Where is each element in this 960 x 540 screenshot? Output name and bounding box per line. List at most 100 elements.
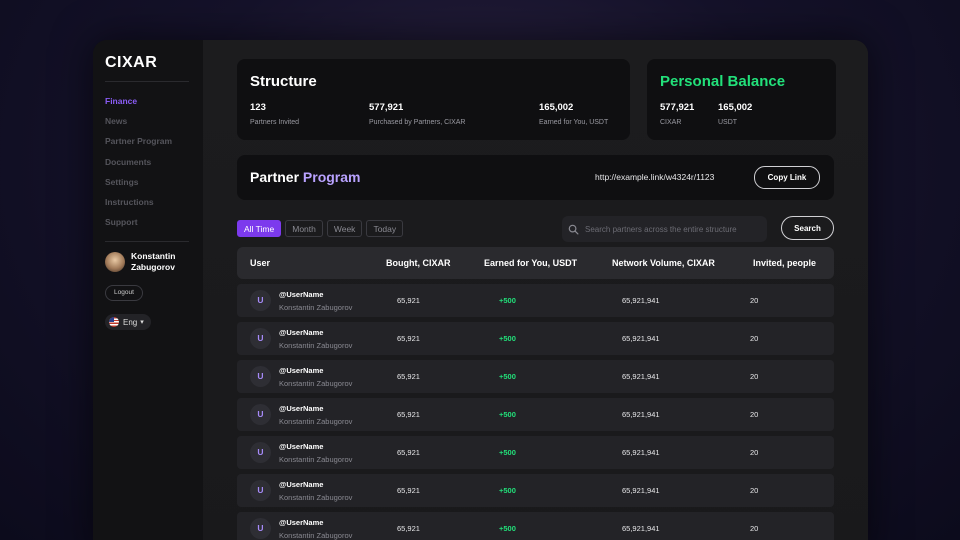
earned-cell: +500 (499, 372, 516, 381)
volume-cell: 65,921,941 (622, 334, 660, 343)
invited-cell: 20 (750, 334, 759, 343)
user-fullname: Konstantin Zabugorov (279, 417, 353, 426)
language-label: Eng (123, 317, 138, 327)
sidebar-item-finance[interactable]: Finance (105, 91, 191, 111)
table-row[interactable]: U @UserName Konstantin Zabugorov 65,921 … (237, 284, 834, 317)
stat-label: Partners Invited (250, 119, 300, 126)
user-avatar-initial: U (250, 290, 271, 311)
sidebar-item-settings[interactable]: Settings (105, 172, 191, 192)
user-profile[interactable]: Konstantin Zabugorov (105, 251, 191, 273)
stat-value: 123 (250, 102, 266, 113)
user-avatar-initial: U (250, 404, 271, 425)
user-avatar-initial: U (250, 442, 271, 463)
sidebar-item-news[interactable]: News (105, 111, 191, 131)
divider (105, 81, 189, 82)
user-cell: @UserName Konstantin Zabugorov (279, 404, 352, 426)
sidebar-item-instructions[interactable]: Instructions (105, 192, 191, 212)
search-icon (568, 224, 579, 234)
bought-cell: 65,921 (397, 486, 420, 495)
copy-link-button[interactable]: Copy Link (754, 166, 820, 189)
user-fullname: Konstantin Zabugorov (279, 455, 353, 464)
sidebar-item-documents[interactable]: Documents (105, 152, 191, 172)
invited-cell: 20 (750, 448, 759, 457)
table-row[interactable]: U @UserName Konstantin Zabugorov 65,921 … (237, 512, 834, 540)
stat-label: Purchased by Partners, CIXAR (369, 119, 466, 126)
user-cell: @UserName Konstantin Zabugorov (279, 442, 352, 464)
sidebar-item-support[interactable]: Support (105, 212, 191, 232)
volume-cell: 65,921,941 (622, 448, 660, 457)
user-avatar-initial: U (250, 366, 271, 387)
stat-partners-invited: 123 Partners Invited (250, 102, 299, 126)
user-cell: @UserName Konstantin Zabugorov (279, 290, 352, 312)
stat-label: USDT (718, 119, 738, 126)
search-input[interactable] (585, 224, 765, 234)
user-avatar-initial: U (250, 480, 271, 501)
filter-all-time[interactable]: All Time (237, 220, 282, 237)
language-select[interactable]: Eng ▾ (105, 314, 151, 331)
stat-label: Earned for You, USDT (539, 119, 609, 126)
table-row[interactable]: U @UserName Konstantin Zabugorov 65,921 … (237, 436, 834, 469)
earned-cell: +500 (499, 486, 516, 495)
invited-cell: 20 (750, 410, 759, 419)
column-header-earned[interactable]: Earned for You, USDT (484, 258, 577, 268)
bought-cell: 65,921 (397, 372, 420, 381)
username: @UserName (279, 290, 324, 299)
username: @UserName (279, 518, 324, 527)
referral-link[interactable]: http://example.link/w4324r/1123 (595, 172, 714, 182)
user-cell: @UserName Konstantin Zabugorov (279, 480, 352, 502)
invited-cell: 20 (750, 372, 759, 381)
table-row[interactable]: U @UserName Konstantin Zabugorov 65,921 … (237, 398, 834, 431)
stat-value: 577,921 (660, 102, 695, 113)
personal-balance-card: Personal Balance 577,921 CIXAR 165,002 U… (647, 59, 836, 140)
user-avatar-initial: U (250, 518, 271, 539)
search-button[interactable]: Search (781, 216, 834, 240)
user-fullname: Konstantin Zabugorov (279, 303, 353, 312)
table-row[interactable]: U @UserName Konstantin Zabugorov 65,921 … (237, 474, 834, 507)
table-row[interactable]: U @UserName Konstantin Zabugorov 65,921 … (237, 322, 834, 355)
logout-button[interactable]: Logout (105, 285, 143, 302)
user-cell: @UserName Konstantin Zabugorov (279, 518, 352, 540)
username: @UserName (279, 328, 324, 337)
earned-cell: +500 (499, 334, 516, 343)
volume-cell: 65,921,941 (622, 486, 660, 495)
column-header-user[interactable]: User (250, 258, 270, 268)
divider (105, 241, 189, 243)
bought-cell: 65,921 (397, 524, 420, 533)
user-cell: @UserName Konstantin Zabugorov (279, 366, 352, 388)
table-body: U @UserName Konstantin Zabugorov 65,921 … (237, 284, 834, 540)
app-window: CIXAR Finance News Partner Program Docum… (93, 40, 868, 540)
bought-cell: 65,921 (397, 296, 420, 305)
user-fullname: Konstantin Zabugorov (279, 379, 353, 388)
sidebar-nav: Finance News Partner Program Documents S… (105, 91, 191, 232)
table-row[interactable]: U @UserName Konstantin Zabugorov 65,921 … (237, 360, 834, 393)
logo[interactable]: CIXAR (105, 54, 191, 72)
volume-cell: 65,921,941 (622, 372, 660, 381)
volume-cell: 65,921,941 (622, 410, 660, 419)
user-fullname: Konstantin Zabugorov (279, 531, 353, 540)
filter-today[interactable]: Today (366, 220, 404, 237)
username: @UserName (279, 366, 324, 375)
bought-cell: 65,921 (397, 448, 420, 457)
filter-month[interactable]: Month (285, 220, 323, 237)
column-header-invited[interactable]: Invited, people (753, 258, 816, 268)
us-flag-icon (109, 317, 119, 328)
username: @UserName (279, 404, 324, 413)
bought-cell: 65,921 (397, 410, 420, 419)
stat-value: 577,921 (369, 102, 404, 113)
time-filters: All Time Month Week Today (237, 220, 404, 237)
partner-program-bar: Partner Program http://example.link/w432… (237, 155, 834, 200)
stat-value: 165,002 (718, 102, 753, 113)
partner-program-title: Partner Program (250, 169, 361, 185)
sidebar-item-partner-program[interactable]: Partner Program (105, 131, 191, 151)
partner-title-part1: Partner (250, 169, 300, 185)
user-cell: @UserName Konstantin Zabugorov (279, 328, 352, 350)
earned-cell: +500 (499, 296, 516, 305)
sidebar: CIXAR Finance News Partner Program Docum… (93, 40, 203, 540)
logo-text: CIXAR (105, 54, 158, 71)
column-header-network-volume[interactable]: Network Volume, CIXAR (612, 258, 715, 268)
invited-cell: 20 (750, 524, 759, 533)
filter-week[interactable]: Week (326, 220, 363, 237)
volume-cell: 65,921,941 (622, 296, 660, 305)
user-name: Konstantin Zabugorov (131, 251, 176, 273)
column-header-bought[interactable]: Bought, CIXAR (386, 258, 451, 268)
